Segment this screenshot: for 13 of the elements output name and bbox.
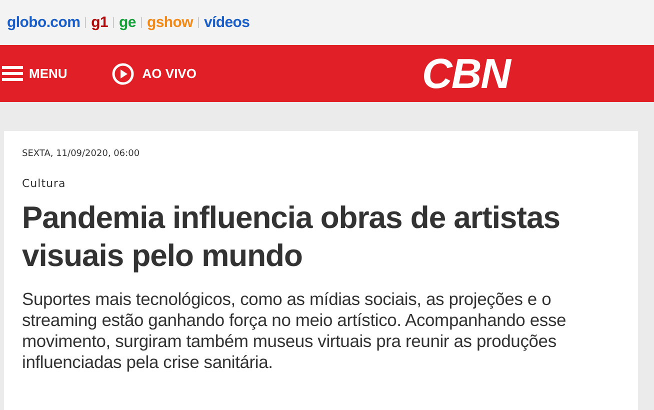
publish-date: SEXTA, 11/09/2020, 06:00 bbox=[22, 149, 141, 159]
article-subtitle: Suportes mais tecnológicos, como as mídias sociais, as projeções e o streaming estão ganhando força no meio artístico. Acompanhando esse movimento, surgiram também museus virtuais pra reunir as produções influenciadas pela crise sanitária. bbox=[22, 289, 568, 373]
portal-link[interactable]: g1 bbox=[91, 14, 108, 31]
site-logo[interactable]: CBN bbox=[422, 50, 510, 98]
play-icon bbox=[112, 62, 134, 84]
live-button[interactable]: AO VIVO bbox=[112, 58, 196, 88]
portal-link[interactable]: globo.com bbox=[7, 14, 80, 31]
section-link[interactable]: Cultura bbox=[22, 177, 66, 190]
portal-link[interactable]: ge bbox=[119, 14, 136, 31]
menu-icon bbox=[2, 66, 23, 81]
portal-link[interactable]: vídeos bbox=[204, 14, 250, 31]
menu-button[interactable]: MENU bbox=[2, 62, 68, 85]
article-title: Pandemia influencia obras de artistas visuais pelo mundo bbox=[22, 199, 561, 275]
